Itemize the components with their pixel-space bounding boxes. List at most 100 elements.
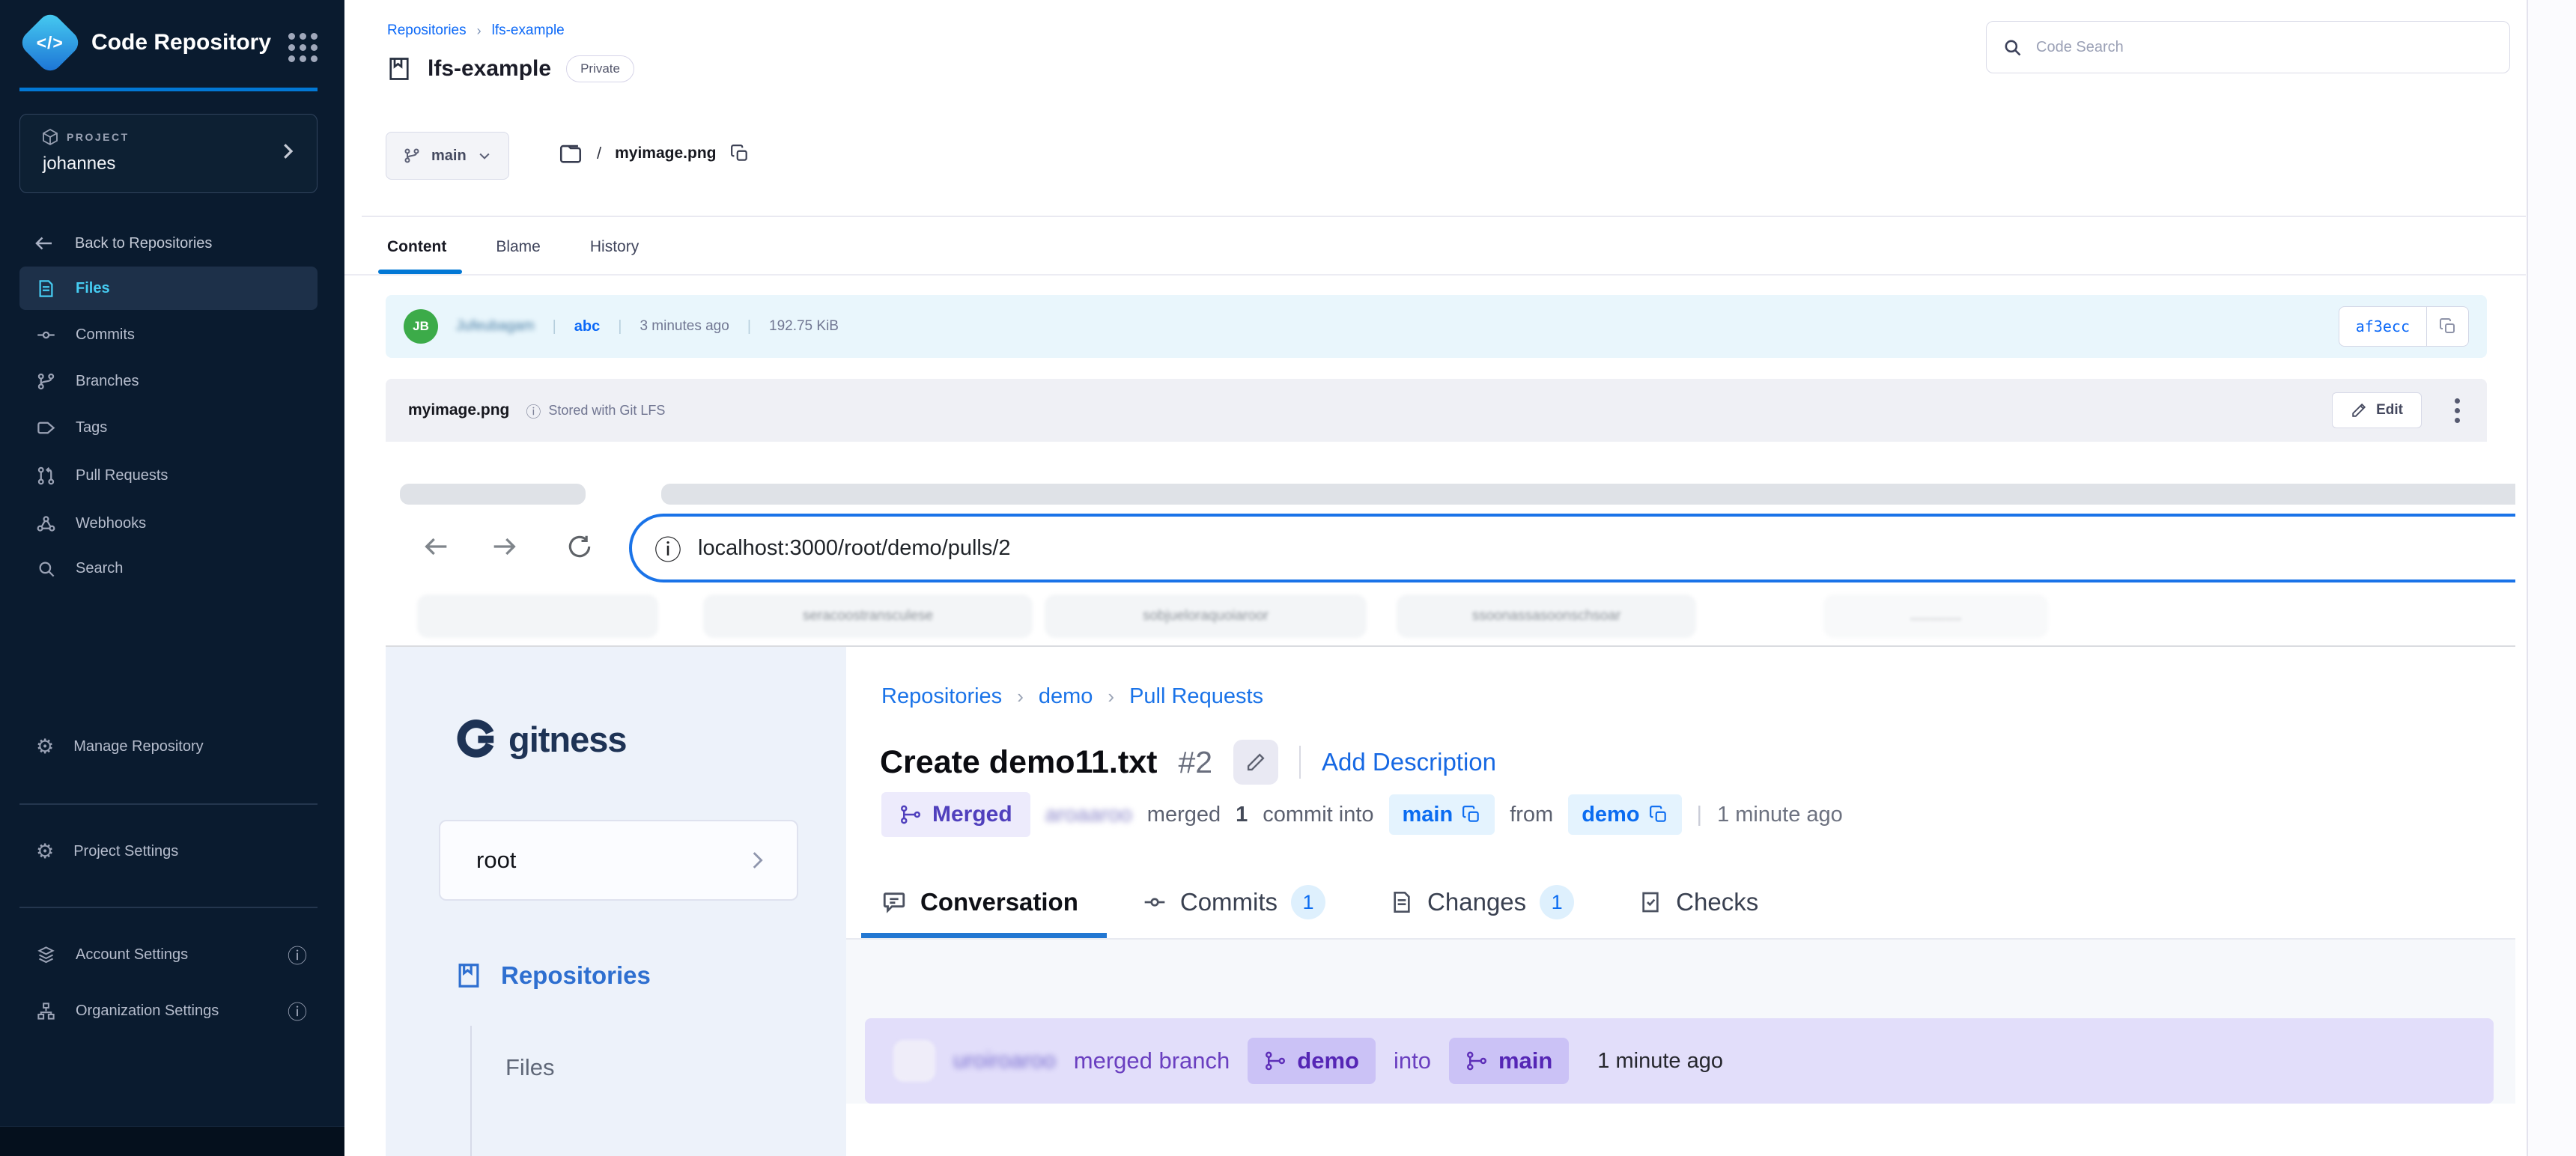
source-branch-chip[interactable]: demo: [1568, 794, 1681, 835]
breadcrumb-repo[interactable]: lfs-example: [492, 22, 565, 39]
tab-checks[interactable]: Checks: [1638, 888, 1758, 916]
gitness-breadcrumb-repo[interactable]: demo: [1039, 684, 1093, 709]
into-label: into: [1394, 1047, 1431, 1074]
layers-icon: [36, 945, 56, 965]
app-switcher-icon[interactable]: [288, 33, 318, 62]
gitness-nav-repositories[interactable]: Repositories: [455, 961, 651, 990]
tab-changes[interactable]: Changes 1: [1390, 885, 1574, 919]
app-sidebar: </> Code Repository PROJECT johannes Bac…: [0, 0, 344, 1156]
sidebar-item-branches[interactable]: Branches: [19, 359, 318, 403]
copy-sha-button[interactable]: [2427, 306, 2469, 347]
code-search-box[interactable]: [1986, 21, 2510, 73]
copy-icon[interactable]: [730, 144, 750, 163]
breadcrumb-separator: ›: [1108, 685, 1114, 708]
merge-commit-count: 1: [1236, 803, 1248, 827]
more-options-button[interactable]: [2455, 398, 2460, 423]
tab-blame[interactable]: Blame: [496, 238, 541, 256]
sidebar-item-label: Webhooks: [76, 515, 146, 532]
merge-icon: [1465, 1050, 1488, 1072]
browser-url-bar: ⓘ localhost:3000/root/demo/pulls/2: [629, 514, 2515, 582]
merge-text: commit into: [1263, 803, 1373, 827]
chevron-right-icon: [276, 140, 299, 162]
sidebar-item-webhooks[interactable]: Webhooks: [19, 502, 318, 545]
merged-time: 1 minute ago: [1717, 803, 1843, 827]
tab-conversation[interactable]: Conversation: [881, 888, 1078, 916]
tab-content[interactable]: Content: [387, 238, 446, 256]
browser-back-icon: [422, 532, 452, 565]
commit-sha[interactable]: af3ecc: [2339, 306, 2427, 347]
accent-divider: [19, 88, 318, 91]
gitness-nav-files[interactable]: Files: [505, 1054, 554, 1081]
merge-icon: [1264, 1050, 1287, 1072]
sidebar-item-pull-requests[interactable]: Pull Requests: [19, 454, 318, 497]
commit-message-link[interactable]: abc: [574, 318, 600, 335]
repository-book-icon: [386, 55, 413, 82]
separator: |: [1697, 803, 1703, 827]
image-preview: ⓘ localhost:3000/root/demo/pulls/2 serac…: [386, 442, 2515, 1156]
search-icon: [36, 559, 56, 579]
tab-history[interactable]: History: [590, 238, 639, 256]
sidebar-item-account-settings[interactable]: Account Settings ⓘ: [19, 933, 318, 976]
sidebar-item-organization-settings[interactable]: Organization Settings ⓘ: [19, 989, 318, 1032]
back-to-repositories[interactable]: Back to Repositories: [33, 232, 212, 255]
breadcrumb-separator: ›: [1017, 685, 1024, 708]
commits-count-badge: 1: [1291, 885, 1325, 919]
project-selector[interactable]: PROJECT johannes: [19, 114, 318, 193]
branch-name: demo: [1582, 803, 1639, 827]
gitness-nav-guide-line: [470, 1026, 472, 1156]
sidebar-item-files[interactable]: Files: [19, 267, 318, 310]
breadcrumb-separator: ›: [477, 23, 482, 39]
file-size: 192.75 KiB: [769, 318, 839, 335]
sidebar-item-project-settings[interactable]: ⚙ Project Settings: [19, 830, 318, 873]
edit-title-button[interactable]: [1233, 740, 1278, 785]
folder-icon[interactable]: [558, 141, 583, 166]
event-actor-blurred: uroiroaroo: [953, 1048, 1056, 1074]
source-branch-chip[interactable]: demo: [1248, 1038, 1376, 1084]
pr-title: Create demo11.txt: [880, 744, 1157, 781]
code-search-input[interactable]: [2035, 38, 2494, 57]
target-branch-chip[interactable]: main: [1449, 1038, 1569, 1084]
sidebar-item-label: Manage Repository: [73, 738, 203, 755]
file-icon: [1390, 890, 1414, 914]
copy-icon: [2439, 317, 2457, 335]
chevron-down-icon: [477, 148, 492, 163]
add-description-link[interactable]: Add Description: [1322, 748, 1496, 776]
pencil-icon: [1245, 752, 1266, 773]
branch-name: main: [1403, 803, 1453, 827]
latest-commit-bar: JB Jufeubagam | abc | 3 minutes ago | 19…: [386, 295, 2487, 358]
conversation-icon: [881, 889, 907, 915]
sidebar-item-tags[interactable]: Tags: [19, 406, 318, 449]
page-scrollbar[interactable]: [2527, 0, 2576, 1156]
branch-selector[interactable]: main: [386, 132, 509, 180]
avatar: JB: [404, 309, 438, 344]
gitness-logo-icon: [455, 717, 498, 761]
branch-icon: [36, 371, 56, 392]
file-name: myimage.png: [408, 401, 509, 419]
gitness-project-selector[interactable]: root: [439, 820, 798, 901]
org-chart-icon: [36, 1001, 56, 1021]
browser-tab-shape: [400, 484, 586, 505]
tab-commits[interactable]: Commits 1: [1143, 885, 1325, 919]
breadcrumb-repositories[interactable]: Repositories: [387, 22, 467, 39]
gitness-breadcrumb-section[interactable]: Pull Requests: [1129, 684, 1263, 709]
copy-icon: [1462, 805, 1481, 824]
gear-icon: ⚙: [36, 840, 54, 863]
edit-button[interactable]: Edit: [2332, 392, 2422, 428]
gitness-breadcrumb-repositories[interactable]: Repositories: [881, 684, 1002, 709]
visibility-badge: Private: [566, 55, 634, 82]
sidebar-item-search[interactable]: Search: [19, 547, 318, 590]
sidebar-item-manage-repository[interactable]: ⚙ Manage Repository: [19, 725, 318, 768]
sidebar-item-label: Branches: [76, 373, 139, 390]
project-name: johannes: [43, 153, 115, 174]
search-icon: [2002, 37, 2023, 58]
sidebar-item-label: Tags: [76, 419, 107, 436]
branch-name: main: [431, 147, 467, 165]
sidebar-item-label: Files: [76, 280, 110, 297]
gitness-bottom-background: [846, 1104, 2515, 1156]
file-path-row: / myimage.png: [558, 141, 750, 166]
bookmark-chip-blurred: seracoostransculese: [703, 594, 1033, 638]
sidebar-item-commits[interactable]: Commits: [19, 313, 318, 356]
merge-text: merged: [1147, 803, 1221, 827]
sidebar-item-label: Search: [76, 560, 123, 577]
target-branch-chip[interactable]: main: [1389, 794, 1495, 835]
